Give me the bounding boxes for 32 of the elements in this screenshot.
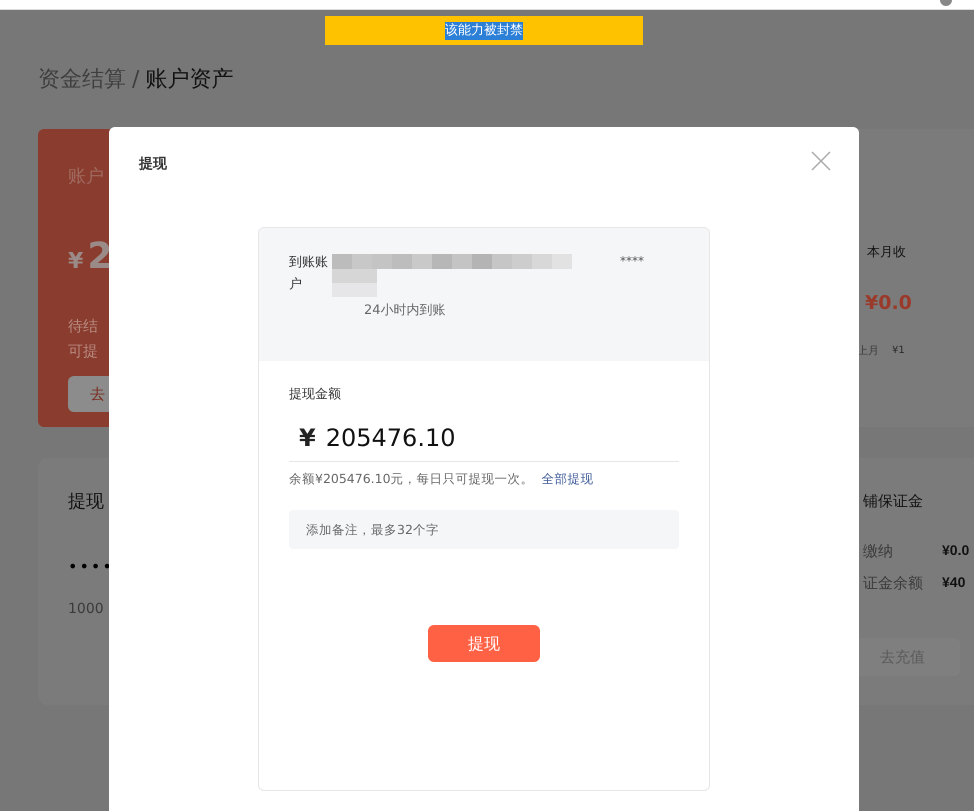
amount-value: 205476.10	[326, 422, 456, 454]
deposit-value: ¥0.0	[942, 541, 970, 560]
breadcrumb-separator: /	[132, 66, 140, 94]
amount-field[interactable]: ¥ 205476.10	[289, 414, 679, 462]
breadcrumb-link[interactable]: 资金结算	[38, 66, 126, 94]
withdraw-button[interactable]: 提现	[428, 625, 540, 662]
masked-number: ••••	[68, 556, 115, 578]
account-number: 1000	[68, 600, 105, 619]
balance-line: 可提	[68, 341, 99, 362]
banner-text: 该能力被封禁	[445, 22, 523, 40]
balance-line: 待结	[68, 316, 99, 337]
last-month-value: ¥1	[892, 344, 905, 358]
breadcrumb-current: 账户资产	[145, 66, 234, 94]
deposit-label: 缴纳	[863, 541, 893, 562]
card-title: 铺保证金	[863, 491, 923, 512]
balance-note: 余额¥205476.10元，每日只可提现一次。	[289, 470, 534, 488]
close-icon[interactable]	[811, 151, 831, 171]
income-amount: ¥0.0	[865, 291, 912, 316]
card-title: 提现	[68, 490, 104, 514]
amount-label: 提现金额	[289, 386, 342, 404]
currency-sign: ¥	[299, 422, 316, 454]
account-label: 到账账户	[289, 254, 329, 294]
arrival-note: 24小时内到账	[364, 302, 446, 320]
balance-amount: 2	[87, 235, 112, 279]
card-title: 本月收	[867, 244, 906, 262]
currency-sign: ¥	[68, 248, 84, 276]
deposit-value: ¥40	[942, 573, 966, 592]
deposit-label: 证金余额	[863, 573, 923, 594]
dialog-title: 提现	[139, 155, 167, 174]
account-suffix: ****	[620, 253, 644, 270]
remark-field[interactable]: 添加备注，最多32个字	[289, 510, 679, 550]
withdraw-all-link[interactable]: 全部提现	[542, 470, 594, 488]
